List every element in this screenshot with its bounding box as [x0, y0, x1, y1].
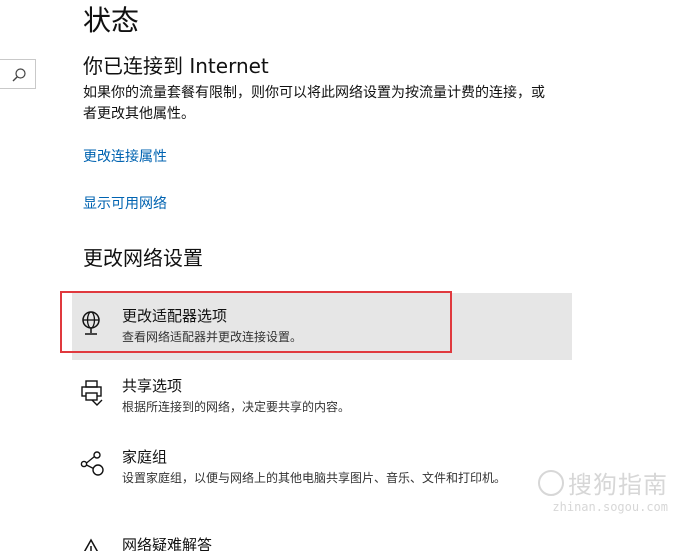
item-description: 根据所连接到的网络，决定要共享的内容。: [122, 400, 351, 414]
change-connection-properties-link[interactable]: 更改连接属性: [83, 147, 167, 167]
connection-status-description: 如果你的流量套餐有限制，则你可以将此网络设置为按流量计费的连接，或者更改其他属性…: [83, 85, 545, 122]
item-title: 网络疑难解答: [122, 536, 213, 551]
item-description: 查看网络适配器并更改连接设置。: [122, 330, 303, 344]
search-icon: [12, 68, 26, 82]
change-network-settings-heading: 更改网络设置: [83, 246, 203, 270]
change-adapter-options-item[interactable]: 更改适配器选项 查看网络适配器并更改连接设置。: [72, 293, 572, 360]
page-title: 状态: [83, 4, 140, 37]
connection-status-title: 你已连接到 Internet: [83, 54, 269, 78]
adapter-globe-icon: [80, 311, 102, 341]
sharing-options-item[interactable]: 共享选项 根据所连接到的网络，决定要共享的内容。: [72, 376, 572, 416]
network-troubleshooter-item[interactable]: 网络疑难解答: [72, 535, 572, 551]
item-description: 设置家庭组，以便与网络上的其他电脑共享图片、音乐、文件和打印机。: [122, 471, 507, 485]
homegroup-icon: [80, 451, 106, 481]
homegroup-item[interactable]: 家庭组 设置家庭组，以便与网络上的其他电脑共享图片、音乐、文件和打印机。: [72, 447, 572, 511]
item-title: 更改适配器选项: [122, 307, 228, 325]
item-title: 家庭组: [122, 448, 168, 466]
item-title: 共享选项: [122, 377, 183, 395]
sharing-printer-icon: [80, 380, 104, 410]
search-box[interactable]: [0, 59, 36, 89]
watermark-main-text: 搜狗指南: [568, 471, 668, 499]
show-available-networks-link[interactable]: 显示可用网络: [83, 194, 167, 214]
warning-icon: [80, 538, 102, 551]
